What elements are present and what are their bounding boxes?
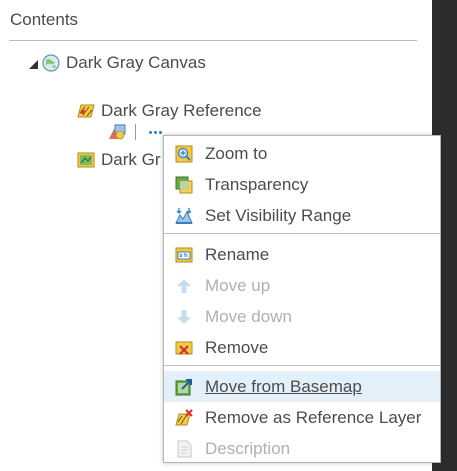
tree-node-reference-layer[interactable]: Dark Gray Reference: [77, 99, 262, 123]
menu-item-set-visibility-range[interactable]: Set Visibility Range: [164, 200, 440, 231]
transparency-icon: [175, 176, 193, 194]
basemap-globe-icon: [42, 54, 60, 72]
description-icon: [175, 440, 193, 458]
menu-item-rename[interactable]: Rename: [164, 239, 440, 270]
menu-item-label: Move up: [205, 275, 271, 295]
actions-divider: [135, 124, 136, 140]
menu-item-label: Set Visibility Range: [205, 205, 352, 225]
menu-divider: [164, 233, 440, 234]
collapse-triangle-icon[interactable]: [29, 59, 38, 69]
menu-item-label: Move from Basemap: [205, 376, 362, 396]
reference-layer-icon: [77, 102, 95, 120]
legend-swatch-icon[interactable]: [108, 123, 126, 141]
menu-item-description[interactable]: Description: [164, 433, 440, 464]
move-from-basemap-icon: [175, 378, 193, 396]
remove-icon: [175, 339, 193, 357]
menu-item-remove-as-reference-layer[interactable]: Remove as Reference Layer: [164, 402, 440, 433]
basemap-layer-icon: [77, 151, 95, 169]
zoom-to-icon: [175, 145, 193, 163]
tree-node-label: Dark Gray Canvas: [66, 53, 206, 72]
tree-node-label: Dark Gray Reference: [101, 101, 262, 120]
menu-item-label: Transparency: [205, 174, 309, 194]
menu-item-label: Description: [205, 438, 291, 458]
arrow-down-icon: [175, 308, 193, 326]
menu-item-label: Zoom to: [205, 143, 268, 163]
tree-node-label: Dark Gr: [101, 150, 161, 169]
menu-item-move-down[interactable]: Move down: [164, 301, 440, 332]
panel-title: Contents: [10, 10, 79, 29]
menu-item-move-from-basemap[interactable]: Move from Basemap: [164, 371, 440, 402]
menu-item-transparency[interactable]: Transparency: [164, 169, 440, 200]
menu-item-label: Rename: [205, 244, 270, 264]
title-divider: [9, 40, 417, 41]
menu-item-label: Remove: [205, 337, 269, 357]
visibility-range-icon: [175, 207, 193, 225]
menu-item-remove[interactable]: Remove: [164, 332, 440, 363]
tree-node-basemap[interactable]: Dark Gray Canvas: [29, 51, 206, 75]
remove-reference-icon: [175, 408, 193, 427]
menu-item-move-up[interactable]: Move up: [164, 270, 440, 301]
menu-divider: [164, 365, 440, 366]
layer-context-menu: Zoom to Transparency Set Visibility Rang…: [163, 135, 441, 463]
menu-item-label: Move down: [205, 306, 292, 326]
tree-node-basemap-layer[interactable]: Dark Gr: [77, 148, 161, 172]
menu-item-zoom-to[interactable]: Zoom to: [164, 138, 440, 169]
more-options-icon[interactable]: [148, 127, 163, 137]
rename-icon: [175, 246, 193, 264]
layer-actions: [108, 123, 163, 141]
menu-item-label: Remove as Reference Layer: [205, 407, 422, 427]
arrow-up-icon: [175, 277, 193, 295]
